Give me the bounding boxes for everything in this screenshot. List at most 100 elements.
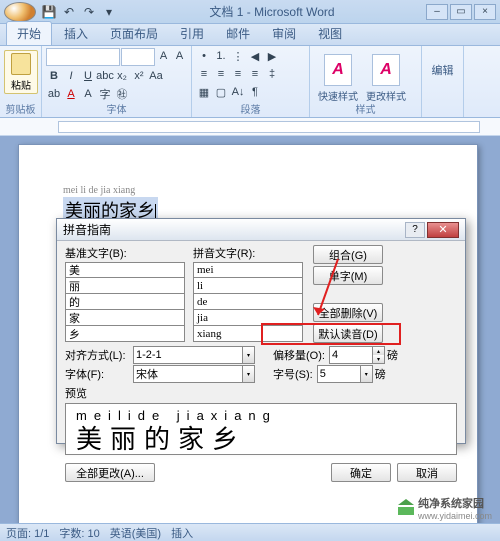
- multilevel-list-icon[interactable]: ⋮: [230, 48, 246, 64]
- font-family-combo[interactable]: [46, 48, 120, 66]
- tab-review[interactable]: 审阅: [262, 22, 306, 45]
- group-label: 剪贴板: [0, 101, 41, 116]
- align-center-icon[interactable]: ≡: [213, 66, 229, 82]
- status-page[interactable]: 页面: 1/1: [6, 525, 49, 541]
- tab-view[interactable]: 视图: [308, 22, 352, 45]
- shading-icon[interactable]: ▦: [196, 84, 212, 100]
- change-styles-button[interactable]: A 更改样式: [366, 54, 406, 103]
- tab-references[interactable]: 引用: [170, 22, 214, 45]
- quick-styles-button[interactable]: A 快速样式: [318, 54, 358, 103]
- maximize-button[interactable]: ▭: [450, 4, 472, 20]
- char-border-button[interactable]: A: [80, 86, 96, 102]
- save-icon[interactable]: 💾: [40, 3, 58, 21]
- brand-name: 纯净系统家园: [418, 495, 492, 511]
- tab-home[interactable]: 开始: [6, 21, 52, 45]
- clipboard-icon: [11, 53, 31, 75]
- paste-button[interactable]: 粘贴: [4, 50, 38, 94]
- base-cell[interactable]: 美: [65, 262, 185, 278]
- size-input[interactable]: 5: [317, 365, 361, 383]
- ribbon: 粘贴 剪贴板 A A B I U abc x₂ x² Aa ab A A 字 ㊓…: [0, 46, 500, 118]
- preview-box: meilide jiaxiang 美丽的家乡: [65, 403, 457, 455]
- highlight-button[interactable]: ab: [46, 86, 62, 102]
- font-color-button[interactable]: A: [63, 86, 79, 102]
- pinyin-small-text: mei li de jia xiang: [63, 185, 135, 196]
- strike-button[interactable]: abc: [97, 68, 113, 84]
- ruby-cell[interactable]: jia: [193, 310, 303, 326]
- status-words[interactable]: 字数: 10: [59, 525, 99, 541]
- minimize-button[interactable]: –: [426, 4, 448, 20]
- group-label: 样式: [310, 101, 421, 116]
- offset-unit: 磅: [387, 347, 398, 363]
- phonetic-guide-dialog: 拼音指南 ? ✕ 基准文字(B): 美 丽 的 家 乡 拼音文字(R): mei…: [56, 218, 466, 444]
- cancel-button[interactable]: 取消: [397, 463, 457, 482]
- font-combo[interactable]: 宋体: [133, 365, 243, 383]
- subscript-button[interactable]: x₂: [114, 68, 130, 84]
- align-right-icon[interactable]: ≡: [230, 66, 246, 82]
- dialog-titlebar[interactable]: 拼音指南 ? ✕: [57, 219, 465, 241]
- phonetic-button[interactable]: Aa: [148, 68, 164, 84]
- editing-label[interactable]: 编辑: [426, 48, 459, 92]
- font-size-combo[interactable]: [121, 48, 155, 66]
- qat-dropdown-icon[interactable]: ▾: [100, 3, 118, 21]
- ruby-cell[interactable]: xiang: [193, 326, 303, 342]
- ruby-cell[interactable]: de: [193, 294, 303, 310]
- borders-icon[interactable]: ▢: [213, 84, 229, 100]
- clear-all-button[interactable]: 全部删除(V): [313, 303, 383, 322]
- offset-input[interactable]: 4: [329, 346, 373, 364]
- dialog-close-button[interactable]: ✕: [427, 222, 459, 238]
- preview-label: 预览: [65, 385, 457, 401]
- align-left-icon[interactable]: ≡: [196, 66, 212, 82]
- shrink-font-icon[interactable]: A: [172, 48, 187, 64]
- status-language[interactable]: 英语(美国): [110, 525, 161, 541]
- grow-font-icon[interactable]: A: [156, 48, 171, 64]
- horizontal-ruler[interactable]: [0, 118, 500, 136]
- line-spacing-icon[interactable]: ‡: [264, 66, 280, 82]
- change-all-button[interactable]: 全部更改(A)...: [65, 463, 155, 482]
- italic-button[interactable]: I: [63, 68, 79, 84]
- base-cell[interactable]: 的: [65, 294, 185, 310]
- status-mode[interactable]: 插入: [171, 525, 193, 541]
- bullet-list-icon[interactable]: •: [196, 48, 212, 64]
- tab-mailings[interactable]: 邮件: [216, 22, 260, 45]
- combine-button[interactable]: 组合(G): [313, 245, 383, 264]
- decrease-indent-icon[interactable]: ◀: [247, 48, 263, 64]
- close-button[interactable]: ×: [474, 4, 496, 20]
- ruby-text-label: 拼音文字(R):: [193, 245, 303, 261]
- justify-icon[interactable]: ≡: [247, 66, 263, 82]
- enclose-button[interactable]: ㊓: [114, 86, 130, 102]
- superscript-button[interactable]: x²: [131, 68, 147, 84]
- ruby-cell[interactable]: mei: [193, 262, 303, 278]
- bold-button[interactable]: B: [46, 68, 62, 84]
- sort-icon[interactable]: A↓: [230, 84, 246, 100]
- show-marks-icon[interactable]: ¶: [247, 84, 263, 100]
- group-label: 段落: [192, 101, 309, 116]
- font-dropdown-icon[interactable]: ▾: [243, 365, 255, 383]
- redo-icon[interactable]: ↷: [80, 3, 98, 21]
- ruby-cell[interactable]: li: [193, 278, 303, 294]
- base-cell[interactable]: 家: [65, 310, 185, 326]
- char-shading-button[interactable]: 字: [97, 86, 113, 102]
- size-dropdown-icon[interactable]: ▾: [361, 365, 373, 383]
- align-label: 对齐方式(L):: [65, 347, 133, 363]
- tab-layout[interactable]: 页面布局: [100, 22, 168, 45]
- change-styles-icon: A: [372, 54, 400, 86]
- increase-indent-icon[interactable]: ▶: [264, 48, 280, 64]
- align-dropdown-icon[interactable]: ▾: [243, 346, 255, 364]
- base-text-label: 基准文字(B):: [65, 245, 185, 261]
- group-font: A A B I U abc x₂ x² Aa ab A A 字 ㊓ 字体: [42, 46, 192, 117]
- base-cell[interactable]: 乡: [65, 326, 185, 342]
- offset-spinner[interactable]: ▴▾: [373, 346, 385, 364]
- size-unit: 磅: [375, 366, 386, 382]
- number-list-icon[interactable]: 1.: [213, 48, 229, 64]
- house-icon: [398, 501, 414, 515]
- default-reading-button[interactable]: 默认读音(D): [313, 324, 383, 343]
- align-combo[interactable]: 1-2-1: [133, 346, 243, 364]
- underline-button[interactable]: U: [80, 68, 96, 84]
- undo-icon[interactable]: ↶: [60, 3, 78, 21]
- base-cell[interactable]: 丽: [65, 278, 185, 294]
- ok-button[interactable]: 确定: [331, 463, 391, 482]
- dialog-help-button[interactable]: ?: [405, 222, 425, 238]
- tab-insert[interactable]: 插入: [54, 22, 98, 45]
- single-button[interactable]: 单字(M): [313, 266, 383, 285]
- office-button[interactable]: [4, 2, 36, 22]
